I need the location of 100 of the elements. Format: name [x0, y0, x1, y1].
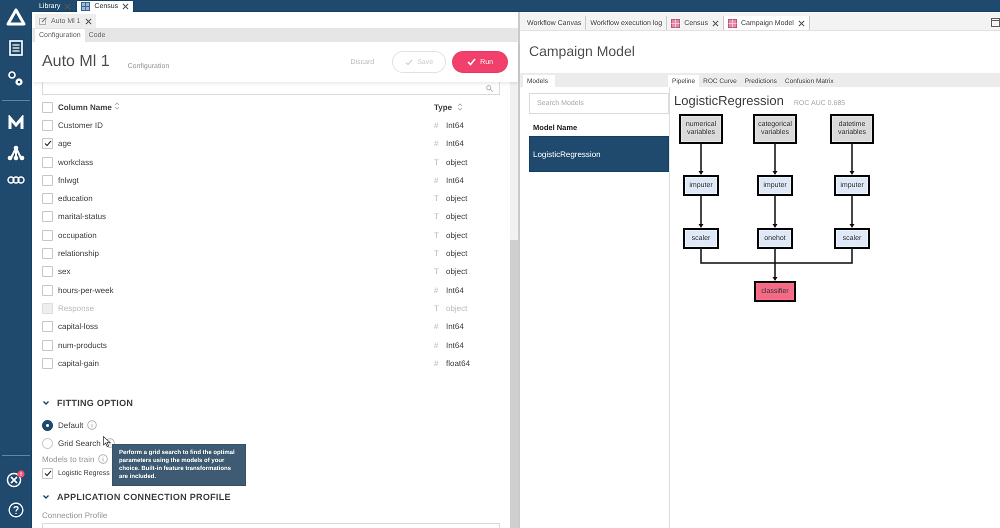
checkbox[interactable] [42, 340, 53, 350]
type-symbol: T [434, 230, 440, 240]
column-name: marital-status [58, 212, 106, 222]
connector-arrow [850, 144, 854, 175]
section-title: FITTING OPTION [57, 398, 134, 408]
radio-label: Default [58, 420, 84, 430]
type-symbol: # [434, 139, 440, 148]
type-symbol: T [434, 158, 440, 167]
column-name: Customer ID [58, 120, 103, 130]
column-name: fnlwgt [58, 176, 79, 185]
column-name: education [58, 194, 93, 204]
checkbox[interactable] [42, 321, 53, 332]
tools-warning-icon[interactable] [6, 470, 26, 488]
column-name: age [58, 139, 72, 148]
type-symbol: # [434, 120, 440, 130]
column-type: object [446, 194, 468, 204]
info-icon[interactable] [104, 438, 115, 448]
column-name: sex [58, 267, 70, 276]
column-name: Response [58, 304, 94, 313]
connector-arrow [850, 196, 854, 228]
connector-arrow [772, 144, 778, 175]
column-type: Int64 [446, 286, 464, 295]
column-name: occupation [58, 230, 97, 240]
column-name: capital-gain [58, 358, 99, 368]
column-type: object [446, 304, 468, 313]
connector-arrow [698, 144, 704, 175]
checkbox[interactable] [42, 138, 53, 150]
column-type: Int64 [446, 139, 464, 148]
check-icon [467, 58, 476, 66]
chevron-icon[interactable] [42, 400, 50, 406]
checkbox[interactable] [42, 211, 53, 222]
checkbox[interactable] [42, 120, 53, 131]
field-label: Connection Profile [42, 511, 108, 520]
page-title: Campaign Model [529, 43, 635, 59]
column-type: Int64 [446, 120, 464, 130]
cursor-icon [103, 436, 111, 447]
column-header[interactable]: Type [434, 102, 452, 112]
edit-icon [39, 17, 47, 25]
type-symbol: T [434, 194, 440, 204]
column-type: object [446, 212, 468, 222]
close-icon[interactable] [84, 18, 92, 24]
checkbox[interactable] [42, 193, 53, 204]
connector-arrow [698, 196, 704, 228]
hierarchy-icon[interactable] [7, 145, 25, 161]
column-type: Int64 [446, 340, 464, 350]
type-symbol: # [434, 286, 440, 295]
checkbox[interactable] [42, 102, 53, 113]
column-name: num-products [58, 340, 107, 350]
radio-button[interactable] [42, 420, 53, 431]
table-icon [728, 18, 737, 28]
help-icon[interactable] [8, 502, 24, 518]
m-letter-icon[interactable] [7, 115, 25, 131]
type-symbol: T [434, 212, 440, 222]
window-icon[interactable] [991, 18, 1000, 27]
column-type: object [446, 249, 468, 258]
sort-icon[interactable] [457, 103, 464, 112]
model-title: LogisticRegression [674, 93, 784, 108]
checkbox[interactable] [42, 284, 53, 296]
check-icon [405, 58, 414, 66]
model-list-item[interactable]: LogisticRegression [529, 136, 669, 172]
close-icon[interactable] [712, 20, 719, 26]
checkbox[interactable] [42, 248, 53, 260]
sort-icon[interactable] [114, 102, 120, 110]
scrollbar[interactable] [510, 240, 518, 528]
column-type: object [446, 230, 468, 240]
type-symbol: T [434, 267, 440, 276]
column-type: object [446, 267, 468, 276]
search-field[interactable] [42, 82, 500, 95]
field-label: Models to train [42, 454, 94, 464]
link-icon[interactable] [7, 175, 25, 185]
type-symbol: T [434, 304, 440, 313]
column-type: Int64 [446, 322, 464, 332]
section-title: APPLICATION CONNECTION PROFILE [57, 492, 231, 502]
page-title: Auto Ml 1 [42, 53, 110, 71]
column-name: workclass [58, 158, 94, 167]
document-icon[interactable] [9, 40, 23, 56]
column-name: hours-per-week [58, 286, 114, 295]
app-logo-icon[interactable] [6, 8, 26, 26]
table-icon [671, 18, 680, 28]
search-icon [486, 84, 493, 92]
column-header[interactable]: Column Name [58, 103, 112, 112]
close-icon[interactable] [798, 20, 805, 26]
type-symbol: T [434, 249, 440, 258]
checkbox[interactable] [42, 156, 53, 168]
checkbox[interactable] [42, 174, 53, 186]
checkbox[interactable] [42, 230, 53, 241]
column-name: relationship [58, 249, 99, 258]
radio-label: Grid Search [58, 438, 101, 448]
type-symbol: # [434, 322, 440, 332]
column-type: object [446, 158, 468, 167]
checkbox[interactable] [42, 468, 53, 479]
column-type: float64 [446, 358, 470, 368]
checkbox[interactable] [42, 266, 53, 278]
checkbox[interactable] [42, 358, 53, 369]
close-icon[interactable] [122, 3, 130, 10]
type-symbol: # [434, 340, 440, 350]
type-symbol: # [434, 358, 440, 368]
chevron-icon[interactable] [42, 494, 50, 500]
column-name: capital-loss [58, 322, 98, 332]
column-type: Int64 [446, 176, 464, 185]
